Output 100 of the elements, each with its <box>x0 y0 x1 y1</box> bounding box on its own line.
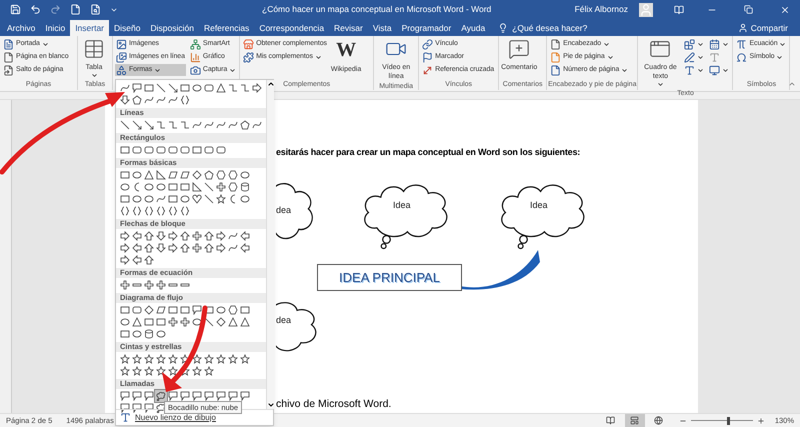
zoom-slider[interactable] <box>690 416 753 425</box>
zoom-in-icon[interactable] <box>756 416 765 424</box>
brace-icon[interactable] <box>179 205 191 217</box>
tell-me-field[interactable]: ¿Qué desea hacer? <box>512 22 622 34</box>
star-icon[interactable] <box>215 353 227 365</box>
rectangle-icon[interactable] <box>119 144 131 156</box>
speech-bubble-icon[interactable] <box>239 390 251 402</box>
ribbon-icon-button[interactable] <box>708 38 730 50</box>
oval-icon[interactable] <box>239 169 251 181</box>
curve-icon[interactable] <box>155 193 167 205</box>
speech-bubble-icon[interactable] <box>167 390 179 402</box>
brace-icon[interactable] <box>167 205 179 217</box>
diamond-icon[interactable] <box>215 316 227 328</box>
print-preview-icon[interactable] <box>90 4 101 15</box>
line-icon[interactable] <box>203 316 215 328</box>
elbow-connector-icon[interactable] <box>227 82 239 94</box>
plus-icon[interactable] <box>119 279 131 291</box>
rectangle-icon[interactable] <box>167 193 179 205</box>
right-arrow-icon[interactable] <box>215 230 227 242</box>
triangle-icon[interactable] <box>215 82 227 94</box>
up-arrow-icon[interactable] <box>143 242 155 254</box>
ribbon-tab[interactable]: Programador <box>396 20 456 36</box>
left-arrow-icon[interactable] <box>131 230 143 242</box>
speech-bubble-icon[interactable] <box>191 304 203 316</box>
star-icon[interactable] <box>167 353 179 365</box>
left-arrow-icon[interactable] <box>131 254 143 266</box>
plus-icon[interactable] <box>143 279 155 291</box>
right-arrow-icon[interactable] <box>215 242 227 254</box>
rounded-rectangle-icon[interactable] <box>131 144 143 156</box>
rectangle-icon[interactable] <box>239 304 251 316</box>
rounded-rectangle-icon[interactable] <box>131 304 143 316</box>
line-icon[interactable] <box>203 193 215 205</box>
speech-bubble-icon[interactable] <box>131 390 143 402</box>
right-arrow-icon[interactable] <box>167 242 179 254</box>
star-icon[interactable] <box>131 353 143 365</box>
rounded-rectangle-icon[interactable] <box>167 144 179 156</box>
oval-icon[interactable] <box>179 193 191 205</box>
rectangle-icon[interactable] <box>191 144 203 156</box>
plus-icon[interactable] <box>191 230 203 242</box>
oval-icon[interactable] <box>119 181 131 193</box>
down-arrow-icon[interactable] <box>155 242 167 254</box>
oval-icon[interactable] <box>119 316 131 328</box>
right-arrow-icon[interactable] <box>167 230 179 242</box>
curve-icon[interactable] <box>227 230 239 242</box>
ribbon-tab[interactable]: Archivo <box>2 20 40 36</box>
speech-bubble-icon[interactable] <box>191 390 203 402</box>
undo-icon[interactable] <box>30 4 41 15</box>
arrow-line-icon[interactable] <box>143 119 155 131</box>
curve-icon[interactable] <box>215 119 227 131</box>
star-icon[interactable] <box>131 365 143 377</box>
cloud-bubble-icon[interactable] <box>155 402 167 414</box>
rounded-rectangle-icon[interactable] <box>155 144 167 156</box>
rectangle-icon[interactable] <box>119 328 131 340</box>
speech-bubble-icon[interactable] <box>131 402 143 414</box>
rectangle-icon[interactable] <box>179 304 191 316</box>
curve-icon[interactable] <box>251 119 263 131</box>
arrow-line-icon[interactable] <box>131 119 143 131</box>
star-icon[interactable] <box>227 353 239 365</box>
heart-icon[interactable] <box>191 193 203 205</box>
ribbon-tab[interactable]: Inicio <box>40 20 70 36</box>
star-icon[interactable] <box>203 353 215 365</box>
star-icon[interactable] <box>191 365 203 377</box>
plus-icon[interactable] <box>155 279 167 291</box>
elbow-connector-icon[interactable] <box>179 119 191 131</box>
down-arrow-icon[interactable] <box>155 230 167 242</box>
star-icon[interactable] <box>191 353 203 365</box>
star-icon[interactable] <box>155 353 167 365</box>
left-arrow-icon[interactable] <box>239 242 251 254</box>
rectangle-icon[interactable] <box>119 304 131 316</box>
speech-bubble-icon[interactable] <box>119 390 131 402</box>
parallelogram-icon[interactable] <box>179 169 191 181</box>
speech-bubble-icon[interactable] <box>227 390 239 402</box>
hexagon-icon[interactable] <box>227 304 239 316</box>
avatar-icon[interactable] <box>639 2 653 16</box>
star-icon[interactable] <box>203 365 215 377</box>
oval-icon[interactable] <box>191 316 203 328</box>
up-arrow-icon[interactable] <box>143 254 155 266</box>
rectangle-icon[interactable] <box>167 181 179 193</box>
hexagon-icon[interactable] <box>227 181 239 193</box>
plus-icon[interactable] <box>191 242 203 254</box>
star-icon[interactable] <box>119 365 131 377</box>
plus-icon[interactable] <box>167 316 179 328</box>
rectangle-icon[interactable] <box>179 82 191 94</box>
star-icon[interactable] <box>239 353 251 365</box>
brace-icon[interactable] <box>119 205 131 217</box>
ribbon-tab[interactable]: Ayuda <box>456 20 490 36</box>
up-arrow-icon[interactable] <box>143 230 155 242</box>
right-arrow-icon[interactable] <box>119 254 131 266</box>
rectangle-icon[interactable] <box>119 169 131 181</box>
triangle-icon[interactable] <box>239 316 251 328</box>
speech-bubble-icon[interactable] <box>203 390 215 402</box>
ribbon-tab[interactable]: Disposición <box>145 20 199 36</box>
speech-bubble-icon[interactable] <box>179 390 191 402</box>
arrow-line-icon[interactable] <box>167 82 179 94</box>
triangle-icon[interactable] <box>143 169 155 181</box>
right-arrow-icon[interactable] <box>251 82 263 94</box>
ribbon-tab[interactable]: Revisar <box>329 20 368 36</box>
ribbon-tab[interactable]: Referencias <box>198 20 254 36</box>
rounded-rectangle-icon[interactable] <box>215 144 227 156</box>
ribbon-tab[interactable]: Insertar <box>70 20 110 36</box>
